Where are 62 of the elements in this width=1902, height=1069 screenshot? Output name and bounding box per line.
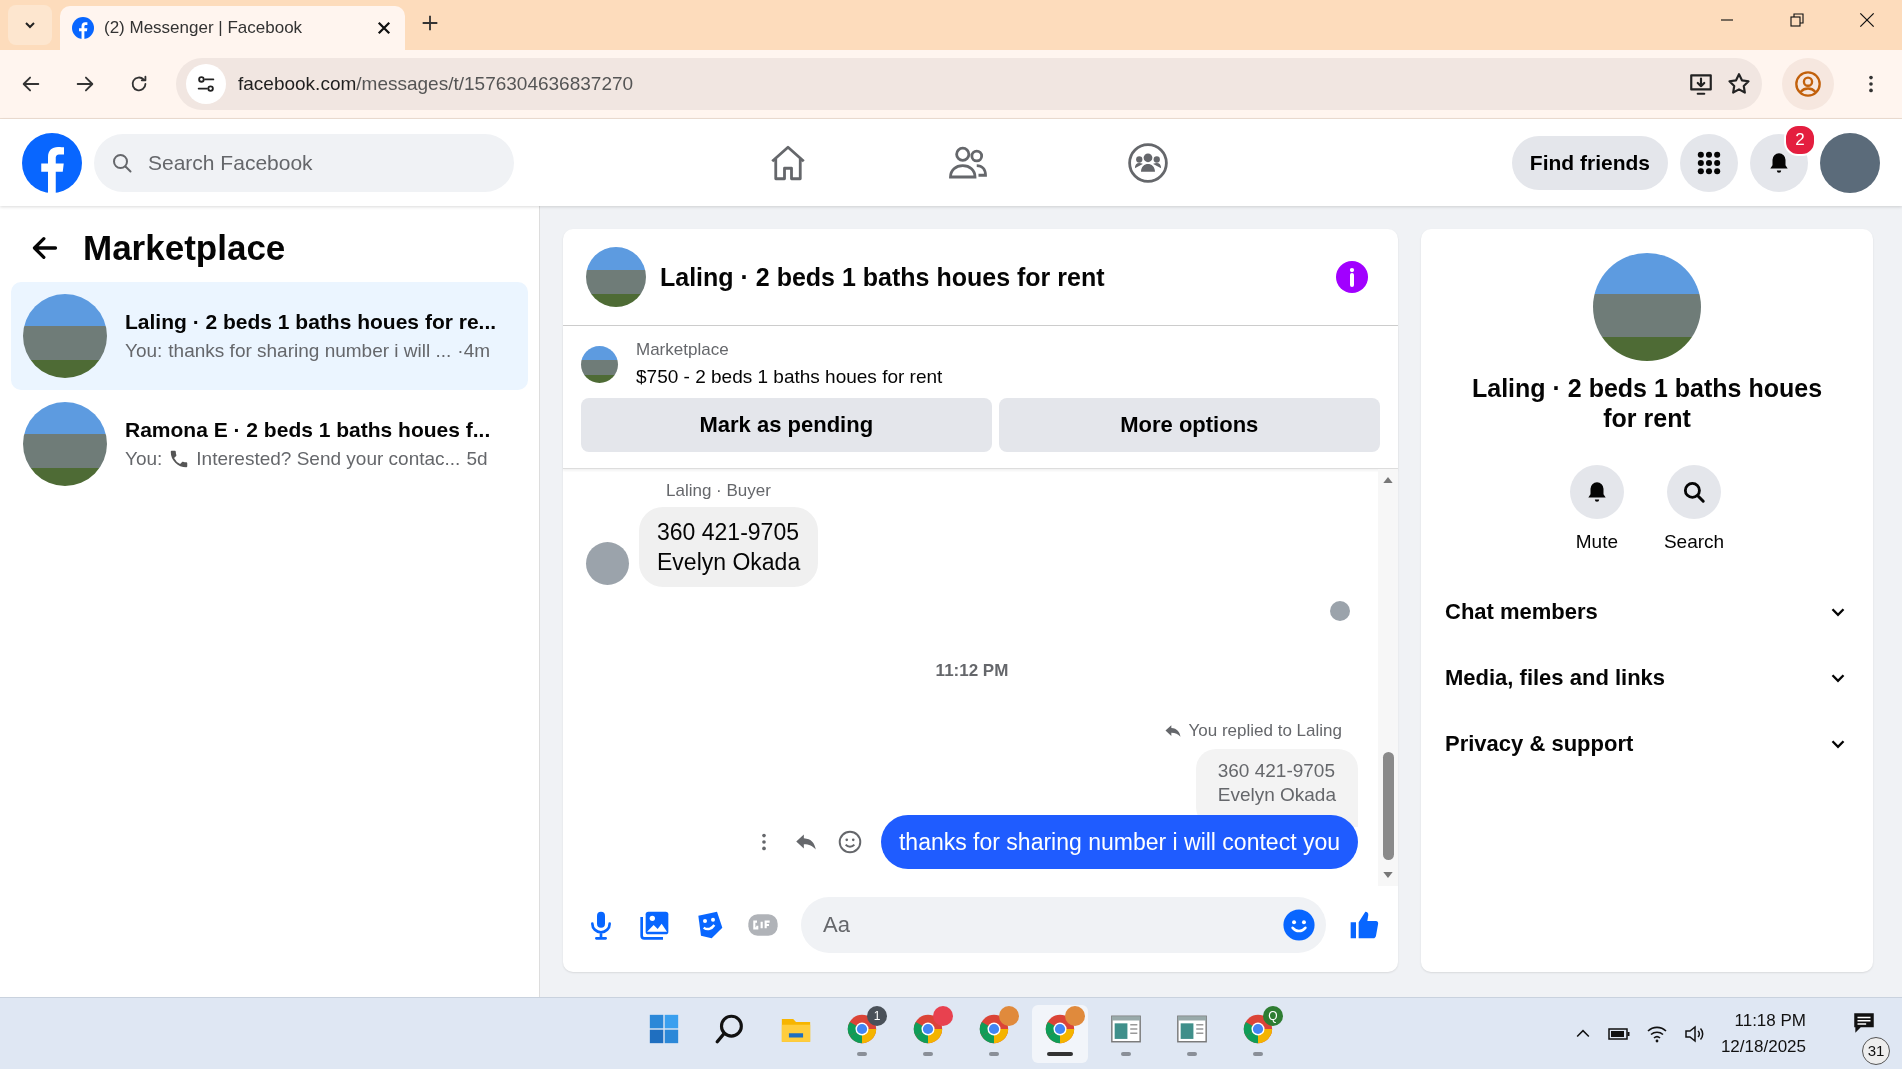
emoji-icon[interactable]: [1282, 908, 1316, 942]
image-icon[interactable]: [639, 909, 671, 941]
message-bubble: 360 421-9705 Evelyn Okada: [639, 507, 819, 587]
facebook-logo-icon[interactable]: [22, 132, 82, 193]
timestamp: 11:12 PM: [935, 661, 1009, 681]
smiley-icon[interactable]: [836, 829, 863, 855]
scrollbar-thumb[interactable]: [1382, 752, 1394, 860]
tab-title: (2) Messenger | Facebook: [104, 18, 304, 38]
message-preview: thanks for sharing number i will ...: [168, 340, 452, 362]
site-settings-icon[interactable]: [195, 73, 217, 95]
listing-title: $750 - 2 beds 1 baths houes for rent: [636, 366, 943, 388]
taskbar-app[interactable]: 1: [834, 1004, 890, 1063]
browser-tab[interactable]: (2) Messenger | Facebook: [60, 6, 405, 50]
clock-time: 11:18 PM: [1734, 1010, 1806, 1031]
restore-icon[interactable]: [1788, 11, 1806, 29]
chat-list-item[interactable]: Laling · 2 beds 1 baths houes for re... You: thanks for sharing number i will ... ·4m: [11, 282, 528, 390]
search-field[interactable]: Search Facebook: [94, 133, 514, 192]
star-icon[interactable]: [1726, 71, 1752, 97]
app-badge: 1: [867, 1005, 887, 1026]
message-time: 5d: [466, 448, 488, 470]
close-icon[interactable]: [1857, 10, 1877, 30]
search-icon: [1681, 479, 1707, 505]
profile-icon[interactable]: [1794, 70, 1822, 98]
message-time: ·4m: [457, 340, 491, 362]
conversation-title: Laling · 2 beds 1 baths houes for rent: [1470, 373, 1824, 433]
message-bubble: thanks for sharing number i will contect you: [880, 815, 1358, 869]
preview-sender: You:: [125, 340, 163, 362]
sidebar-title: Marketplace: [83, 228, 286, 268]
info-icon[interactable]: [1336, 261, 1368, 293]
notification-count: 31: [1862, 1036, 1890, 1065]
url-text: facebook.com/messages/t/1576304636837270: [238, 73, 635, 95]
install-app-icon[interactable]: [1688, 71, 1714, 97]
taskbar-app[interactable]: Q: [1230, 1004, 1286, 1063]
preview-sender: You:: [125, 448, 163, 470]
find-friends-button[interactable]: Find friends: [1511, 135, 1668, 190]
mark-pending-button[interactable]: Mark as pending: [581, 398, 992, 452]
reply-note: You replied to Laling: [1188, 721, 1342, 741]
photo-placeholder: [586, 247, 646, 307]
section-header[interactable]: Media, files and links: [1431, 645, 1863, 711]
sender-label: Laling · Buyer: [666, 481, 772, 501]
photo-placeholder: [581, 345, 618, 383]
avatar: [586, 542, 629, 585]
thumbs-up-icon[interactable]: [1348, 909, 1380, 941]
section-header[interactable]: Privacy & support: [1431, 711, 1863, 777]
chat-title: Laling · 2 beds 1 baths houes for re...: [125, 310, 497, 334]
app-badge: Q: [1263, 1005, 1283, 1026]
more-options-button[interactable]: More options: [998, 398, 1380, 452]
conversation-title: Laling · 2 beds 1 baths houes for rent: [660, 262, 1106, 292]
read-receipt-avatar: [1330, 601, 1350, 621]
close-icon[interactable]: [375, 19, 393, 37]
group-icon[interactable]: [1127, 141, 1169, 184]
address-bar[interactable]: facebook.com/messages/t/1576304636837270: [176, 58, 1762, 110]
chat-list-item[interactable]: Ramona E · 2 beds 1 baths houes f... You: Interested? Send your contac... 5d: [11, 390, 528, 498]
clock-date: 12/18/2025: [1720, 1036, 1806, 1057]
listing-source: Marketplace: [636, 340, 730, 360]
chat-title: Ramona E · 2 beds 1 baths houes f...: [125, 418, 491, 442]
facebook-logo-icon: [72, 17, 94, 39]
notification-badge: 2: [1784, 123, 1816, 156]
message-input[interactable]: Aa: [801, 897, 1326, 953]
message-preview: Interested? Send your contac...: [196, 448, 461, 470]
taskbar-app[interactable]: [1032, 1004, 1088, 1063]
section-header[interactable]: Chat members: [1431, 579, 1863, 645]
